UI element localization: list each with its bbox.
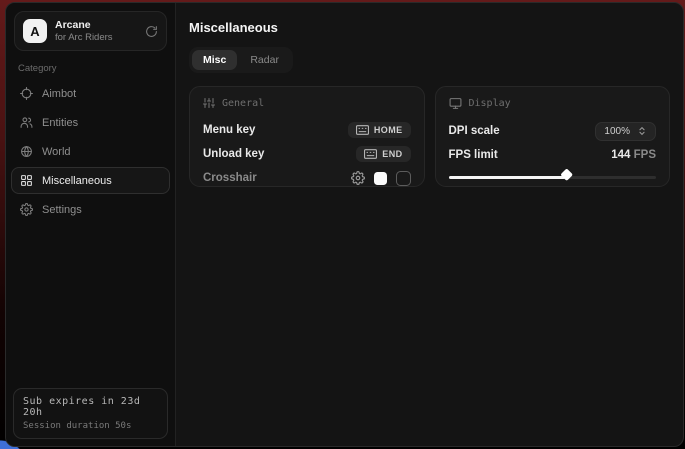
gear-icon — [20, 203, 33, 216]
general-card-header: General — [203, 97, 411, 109]
grid-icon — [20, 174, 33, 187]
dpi-scale-value: 100% — [604, 126, 630, 137]
fps-limit-row: FPS limit 144 FPS — [449, 143, 657, 167]
page-title: Miscellaneous — [189, 20, 670, 35]
sidebar-item-miscellaneous[interactable]: Miscellaneous — [11, 167, 170, 194]
unload-keybind-value: END — [382, 149, 402, 159]
fps-unit: FPS — [634, 149, 656, 161]
main-content: Miscellaneous Misc Radar General Menu ke… — [176, 3, 683, 446]
brand-card: A Arcane for Arc Riders — [14, 11, 167, 51]
unload-key-label: Unload key — [203, 148, 264, 160]
sidebar-item-entities[interactable]: Entities — [11, 109, 170, 136]
app-window: A Arcane for Arc Riders Category Aimbot — [5, 2, 684, 447]
settings-cards: General Menu key HOME Unload key — [189, 86, 670, 187]
sidebar-item-settings[interactable]: Settings — [11, 196, 170, 223]
tab-radar[interactable]: Radar — [239, 50, 290, 70]
sidebar-nav: Aimbot Entities World — [6, 78, 175, 225]
tab-misc[interactable]: Misc — [192, 50, 237, 70]
sub-expiry-text: Sub expires in 23d 20h — [23, 396, 158, 418]
brand-name: Arcane — [55, 19, 137, 32]
display-card-title: Display — [469, 98, 511, 109]
general-card-title: General — [222, 98, 264, 109]
session-duration-text: Session duration 50s — [23, 421, 158, 431]
dpi-scale-row: DPI scale 100% — [449, 119, 657, 143]
refresh-icon[interactable] — [145, 25, 158, 38]
unload-key-row: Unload key END — [203, 142, 411, 166]
sidebar-item-world[interactable]: World — [11, 138, 170, 165]
brand-subtitle: for Arc Riders — [55, 32, 137, 43]
sidebar-item-aimbot[interactable]: Aimbot — [11, 80, 170, 107]
keyboard-icon — [356, 125, 369, 135]
menu-keybind-value: HOME — [374, 125, 403, 135]
subscription-info-box: Sub expires in 23d 20h Session duration … — [13, 388, 168, 439]
dpi-scale-select[interactable]: 100% — [595, 122, 656, 141]
menu-key-label: Menu key — [203, 124, 255, 136]
display-card-header: Display — [449, 97, 657, 110]
crosshair-label: Crosshair — [203, 172, 257, 184]
fps-limit-value: 144 FPS — [611, 149, 656, 161]
fps-limit-slider[interactable] — [449, 171, 657, 183]
sidebar-item-label: Entities — [42, 117, 78, 129]
chevrons-up-down-icon — [637, 126, 647, 136]
monitor-icon — [449, 97, 462, 110]
menu-keybind-button[interactable]: HOME — [348, 122, 411, 138]
sidebar-item-label: World — [42, 146, 71, 158]
sidebar: A Arcane for Arc Riders Category Aimbot — [6, 3, 176, 446]
crosshair-settings-gear-icon[interactable] — [351, 171, 365, 185]
brand-text: Arcane for Arc Riders — [55, 19, 137, 43]
sidebar-item-label: Miscellaneous — [42, 175, 112, 187]
slider-thumb[interactable] — [560, 168, 573, 181]
brand-logo: A — [23, 19, 47, 43]
sidebar-item-label: Settings — [42, 204, 82, 216]
crosshair-controls — [351, 171, 411, 186]
sidebar-item-label: Aimbot — [42, 88, 76, 100]
crosshair-color-swatch[interactable] — [374, 172, 387, 185]
category-label: Category — [18, 63, 163, 74]
general-card: General Menu key HOME Unload key — [189, 86, 425, 187]
menu-key-row: Menu key HOME — [203, 118, 411, 142]
fps-number: 144 — [611, 149, 630, 161]
keyboard-icon — [364, 149, 377, 159]
crosshair-checkbox[interactable] — [396, 171, 411, 186]
globe-icon — [20, 145, 33, 158]
crosshair-row: Crosshair — [203, 166, 411, 190]
slider-fill — [449, 176, 565, 179]
dpi-scale-label: DPI scale — [449, 125, 500, 137]
unload-keybind-button[interactable]: END — [356, 146, 410, 162]
fps-limit-label: FPS limit — [449, 149, 498, 161]
crosshair-icon — [20, 87, 33, 100]
display-card: Display DPI scale 100% FPS limit — [435, 86, 671, 187]
sliders-icon — [203, 97, 215, 109]
users-icon — [20, 116, 33, 129]
tab-bar: Misc Radar — [189, 47, 293, 73]
